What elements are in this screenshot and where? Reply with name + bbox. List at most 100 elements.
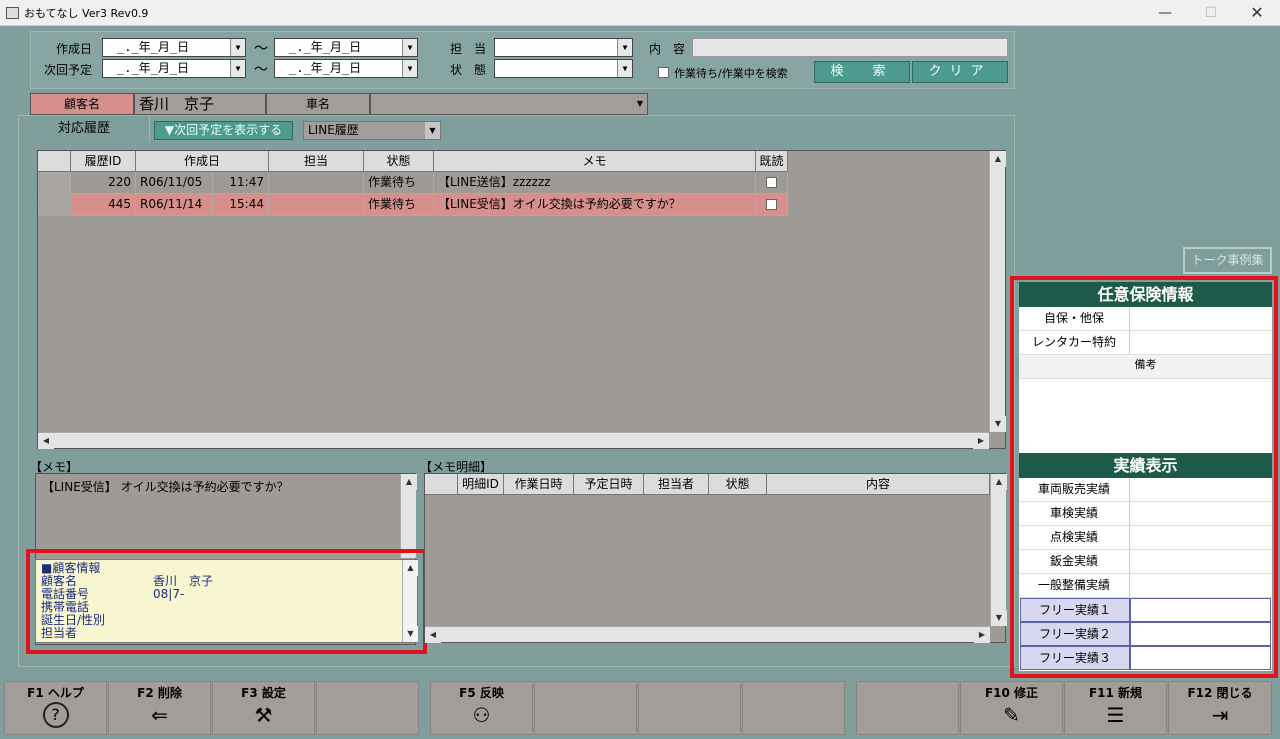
scroll-left-icon[interactable]: ◀	[425, 627, 441, 643]
clear-button[interactable]: クリア	[912, 61, 1008, 83]
f11-new-button[interactable]: F11 新規 ☰	[1064, 681, 1167, 735]
scroll-right-icon[interactable]: ▶	[973, 433, 989, 449]
scroll-up-icon[interactable]: ▲	[990, 151, 1006, 167]
f5-apply-button[interactable]: F5 反映 ⚇	[430, 681, 533, 735]
horizontal-scrollbar[interactable]: ◀ ▶	[425, 626, 990, 643]
chevron-down-icon[interactable]: ▼	[402, 60, 417, 77]
chevron-down-icon[interactable]: ▼	[617, 39, 632, 56]
search-button[interactable]: 検 索	[814, 61, 910, 83]
chevron-down-icon[interactable]: ▼	[425, 122, 440, 139]
chevron-down-icon[interactable]: ▼	[230, 39, 245, 56]
tilde-separator: 〜	[254, 41, 268, 57]
memo-detail-grid: 明細ID 作業日時 予定日時 担当者 状態 内容 ▲ ▼ ◀ ▶	[424, 473, 1007, 643]
read-checkbox[interactable]	[766, 199, 777, 210]
created-date-label: 作成日	[56, 42, 93, 56]
chevron-down-icon[interactable]: ▼	[617, 60, 632, 77]
highlight-frame-side-panel	[1010, 276, 1278, 678]
column-header[interactable]: 担当	[269, 151, 364, 172]
edit-document-icon: ✎	[1003, 703, 1020, 727]
scroll-left-icon[interactable]: ◀	[38, 433, 54, 449]
delete-icon: ⇐	[151, 703, 168, 727]
title-bar: おもてなし Ver3 Rev0.9 — ☐ ✕	[0, 0, 1280, 26]
cell-date: R06/11/14	[136, 194, 213, 216]
maximize-icon[interactable]: ☐	[1188, 0, 1234, 26]
column-header[interactable]: 状態	[709, 474, 767, 495]
cell-id: 220	[71, 172, 136, 194]
scroll-down-icon[interactable]: ▼	[990, 416, 1006, 432]
f10-edit-button[interactable]: F10 修正 ✎	[960, 681, 1063, 735]
f9-blank-button[interactable]	[856, 681, 959, 735]
highlight-frame-customer-info	[26, 549, 427, 654]
scroll-up-icon[interactable]: ▲	[401, 474, 417, 490]
created-from-date[interactable]: _._年_月_日 ▼	[102, 38, 246, 57]
f2-delete-button[interactable]: F2 削除 ⇐	[108, 681, 211, 735]
horizontal-scrollbar[interactable]: ◀ ▶	[38, 432, 989, 449]
table-row[interactable]: 220 R06/11/05 11:47 作業待ち 【LINE送信】zzzzzz	[38, 172, 788, 194]
column-header[interactable]: 明細ID	[458, 474, 504, 495]
line-history-select[interactable]: LINE履歴 ▼	[303, 121, 441, 140]
scroll-up-icon[interactable]: ▲	[991, 474, 1007, 490]
cell-memo: 【LINE送信】zzzzzz	[434, 172, 756, 194]
f1-help-button[interactable]: F1 ヘルプ?	[4, 681, 107, 735]
cell-read	[756, 172, 788, 194]
tab-history[interactable]: 対応履歴	[18, 115, 150, 142]
status-label: 状 態	[450, 63, 487, 77]
user-icon: ⚇	[472, 703, 491, 727]
close-icon[interactable]: ✕	[1234, 0, 1280, 26]
chevron-down-icon[interactable]: ▼	[637, 94, 643, 114]
row-header-corner	[38, 151, 71, 172]
window-title: おもてなし Ver3 Rev0.9	[24, 7, 149, 20]
f8-blank-button[interactable]	[742, 681, 845, 735]
column-header[interactable]: 履歴ID	[71, 151, 136, 172]
help-icon: ?	[42, 702, 69, 728]
column-header[interactable]: メモ	[434, 151, 756, 172]
vertical-scrollbar[interactable]: ▲ ▼	[990, 474, 1007, 626]
f4-blank-button[interactable]	[316, 681, 419, 735]
staff-select[interactable]: ▼	[494, 38, 633, 57]
row-header-corner	[425, 474, 458, 495]
next-from-date[interactable]: _._年_月_日 ▼	[102, 59, 246, 78]
waiting-checkbox-label: 作業待ち/作業中を検索	[674, 67, 788, 80]
column-header[interactable]: 状態	[364, 151, 434, 172]
f12-close-button[interactable]: F12 閉じる ⇥	[1168, 681, 1272, 735]
tools-icon: ⚒	[254, 703, 273, 727]
cell-status: 作業待ち	[364, 172, 434, 194]
minimize-icon[interactable]: —	[1142, 0, 1188, 26]
vertical-scrollbar[interactable]: ▲ ▼	[989, 151, 1006, 432]
read-checkbox[interactable]	[766, 177, 777, 188]
cell-memo: 【LINE受信】オイル交換は予約必要ですか？	[434, 194, 756, 216]
content-input[interactable]	[692, 38, 1008, 57]
app-icon	[6, 7, 19, 19]
created-to-date[interactable]: _._年_月_日 ▼	[274, 38, 418, 57]
row-selector[interactable]	[38, 194, 71, 216]
next-to-date[interactable]: _._年_月_日 ▼	[274, 59, 418, 78]
column-header[interactable]: 内容	[767, 474, 990, 495]
column-header[interactable]: 既読	[756, 151, 788, 172]
staff-label: 担 当	[450, 42, 487, 56]
column-header[interactable]: 作業日時	[504, 474, 574, 495]
scroll-down-icon[interactable]: ▼	[991, 610, 1007, 626]
table-row[interactable]: 445 R06/11/14 15:44 作業待ち 【LINE受信】オイル交換は予…	[38, 194, 788, 216]
car-name-label: 車名	[266, 93, 370, 115]
exit-icon: ⇥	[1211, 703, 1229, 727]
status-select[interactable]: ▼	[494, 59, 633, 78]
cell-id: 445	[71, 194, 136, 216]
scroll-right-icon[interactable]: ▶	[974, 627, 990, 643]
show-next-button[interactable]: ▼次回予定を表示する	[154, 121, 293, 140]
column-header[interactable]: 作成日	[136, 151, 269, 172]
chevron-down-icon[interactable]: ▼	[230, 60, 245, 77]
f3-settings-button[interactable]: F3 設定 ⚒	[212, 681, 315, 735]
row-selector[interactable]	[38, 172, 71, 194]
f7-blank-button[interactable]	[638, 681, 741, 735]
column-header[interactable]: 予定日時	[574, 474, 644, 495]
waiting-checkbox[interactable]	[658, 67, 669, 78]
f6-blank-button[interactable]	[534, 681, 637, 735]
chevron-down-icon[interactable]: ▼	[402, 39, 417, 56]
new-document-icon: ☰	[1106, 703, 1125, 727]
memo-scrollbar[interactable]: ▲	[400, 474, 417, 558]
cell-staff	[269, 172, 364, 194]
talk-examples-button[interactable]: トーク事例集	[1183, 247, 1272, 274]
car-name-select[interactable]: ▼	[370, 93, 648, 115]
customer-name-label: 顧客名	[30, 93, 134, 115]
column-header[interactable]: 担当者	[644, 474, 709, 495]
